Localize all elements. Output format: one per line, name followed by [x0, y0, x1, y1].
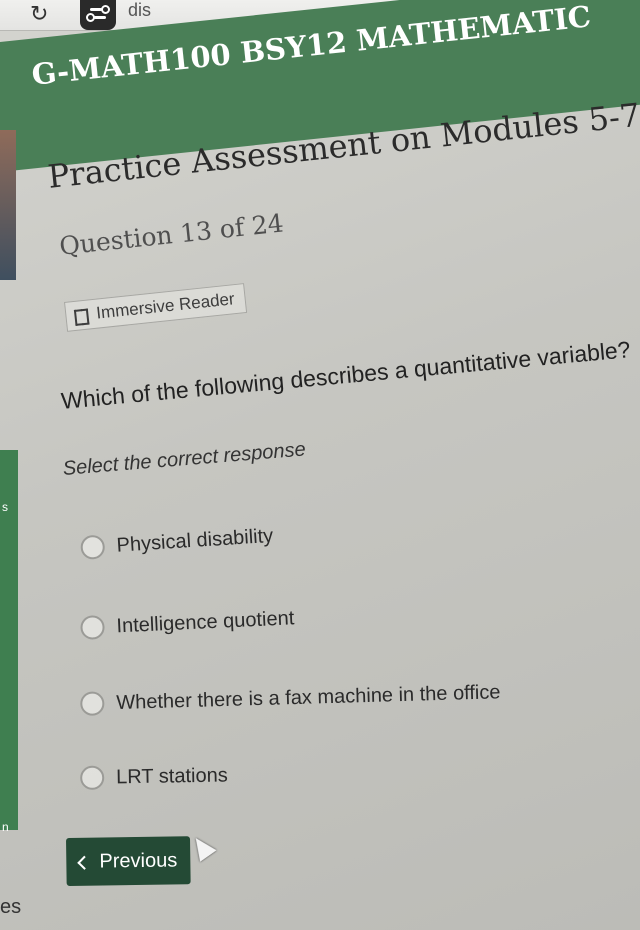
radio-button[interactable]	[80, 765, 105, 790]
question-text: Which of the following describes a quant…	[60, 336, 632, 414]
question-counter: Question 13 of 24	[58, 208, 285, 261]
course-title: G-MATH100 BSY12 MATHEMATIC	[30, 0, 593, 92]
answer-option[interactable]: Physical disability	[80, 524, 274, 560]
screen: ↻ dis s n G-MATH100 BSY12 MATHEMATIC Pra…	[0, 0, 640, 930]
book-icon	[73, 307, 90, 326]
radio-button[interactable]	[80, 614, 106, 640]
previous-button[interactable]: Previous	[66, 836, 191, 886]
bottom-text-fragment: es	[0, 896, 22, 918]
answer-option[interactable]: Whether there is a fax machine in the of…	[80, 680, 501, 716]
page-title: Practice Assessment on Modules 5-7	[46, 95, 640, 196]
answer-option-label: Physical disability	[115, 524, 274, 557]
mouse-cursor-icon	[187, 832, 217, 862]
immersive-reader-label: Immersive Reader	[95, 289, 236, 323]
answer-option[interactable]: Intelligence quotient	[80, 606, 295, 640]
immersive-reader-button[interactable]: Immersive Reader	[64, 283, 248, 332]
radio-button[interactable]	[80, 691, 105, 716]
assessment-content: G-MATH100 BSY12 MATHEMATIC Practice Asse…	[0, 0, 640, 930]
answer-option-label: Whether there is a fax machine in the of…	[115, 680, 501, 714]
question-instruction: Select the correct response	[62, 438, 307, 480]
radio-button[interactable]	[80, 534, 106, 560]
answer-option[interactable]: LRT stations	[80, 763, 228, 790]
chevron-left-icon	[77, 855, 92, 870]
answer-option-label: Intelligence quotient	[115, 606, 295, 637]
answer-option-label: LRT stations	[116, 763, 228, 788]
previous-button-label: Previous	[99, 848, 178, 873]
